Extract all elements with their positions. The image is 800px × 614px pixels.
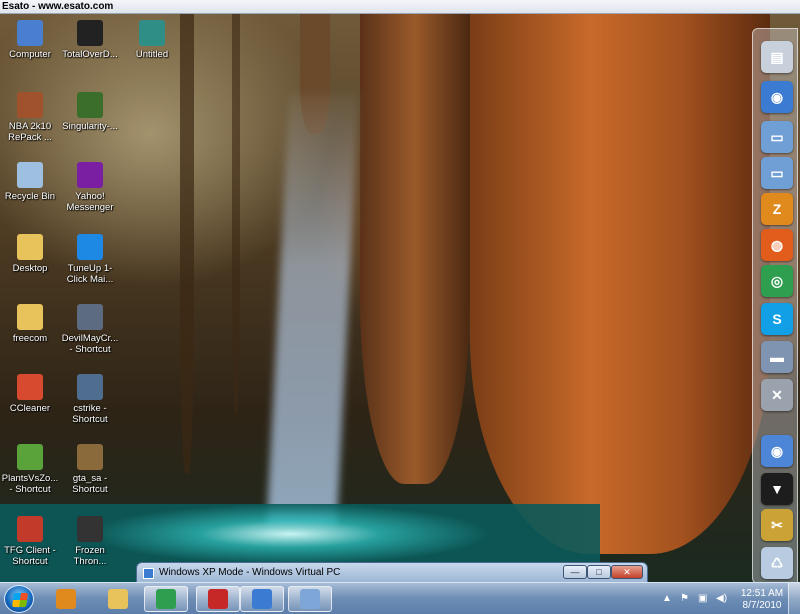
desktop-icon-label: PlantsVsZo... - Shortcut — [1, 473, 59, 495]
desktop-icon[interactable]: cstrike - Shortcut — [60, 374, 120, 425]
volume-icon[interactable]: ◀) — [716, 593, 727, 604]
app-icon — [77, 20, 103, 46]
clock-time[interactable]: 12:51 AM — [736, 588, 788, 599]
game-icon — [77, 444, 103, 470]
game-icon — [77, 516, 103, 542]
minimize-button[interactable]: — — [563, 565, 587, 579]
image-icon — [139, 20, 165, 46]
desktop-icon[interactable]: gta_sa - Shortcut — [60, 444, 120, 495]
desktop-icon-label: Computer — [9, 49, 51, 60]
tuneup-icon — [77, 234, 103, 260]
game-icon — [17, 444, 43, 470]
system-tray: ▲ ⚑ ▣ ◀) 12:51 AM 8/7/2010 — [652, 583, 800, 614]
desktop-icon-label: TotalOverD... — [62, 49, 118, 60]
desktop-icon-label: DevilMayCr... - Shortcut — [61, 333, 119, 355]
desktop-icon[interactable]: Desktop — [0, 234, 60, 274]
desktop-icon[interactable]: NBA 2k10 RePack ... — [0, 92, 60, 143]
desktop-icon[interactable]: TFG Client - Shortcut — [0, 516, 60, 567]
folder-icon — [17, 304, 43, 330]
taskbar-button[interactable] — [96, 586, 140, 612]
tools-icon[interactable]: ✕ — [761, 379, 793, 411]
desktop-icon[interactable]: TuneUp 1-Click Mai... — [60, 234, 120, 285]
maximize-button[interactable]: □ — [587, 565, 611, 579]
app-icon — [17, 516, 43, 542]
taskbar: ▲ ⚑ ▣ ◀) 12:51 AM 8/7/2010 — [0, 582, 800, 614]
desktop-icon-label: Singularity-... — [62, 121, 118, 132]
window-title: Esato - www.esato.com — [0, 0, 800, 14]
network-globe-icon[interactable]: ◉ — [761, 435, 793, 467]
virtual-pc-icon — [143, 568, 154, 579]
desktop-icon-label: CCleaner — [9, 403, 51, 414]
antivirus-icon — [208, 589, 228, 609]
chrome-icon — [156, 589, 176, 609]
folder-icon[interactable]: ▭ — [761, 121, 793, 153]
virtual-pc-icon — [252, 589, 272, 609]
desktop-icon[interactable]: TotalOverD... — [60, 20, 120, 60]
desktop-icon-label: Untitled — [135, 49, 169, 60]
start-button[interactable] — [4, 585, 34, 613]
desktop-icon[interactable]: Yahoo! Messenger — [60, 162, 120, 213]
recycle-bin-icon[interactable]: ♺ — [761, 547, 793, 579]
game-icon — [77, 304, 103, 330]
desktop-icon[interactable]: Recycle Bin — [0, 162, 60, 202]
desktop-wallpaper — [0, 14, 800, 582]
game-icon — [77, 374, 103, 400]
taskbar-button[interactable] — [240, 586, 284, 612]
taskbar-button[interactable] — [144, 586, 188, 612]
desktop-icon-label: freecom — [12, 333, 48, 344]
drive-icon[interactable]: ▬ — [761, 341, 793, 373]
chrome-icon[interactable]: ◎ — [761, 265, 793, 297]
skype-icon[interactable]: S — [761, 303, 793, 335]
winzip-icon[interactable]: Z — [761, 193, 793, 225]
firefox-icon[interactable]: ◍ — [761, 229, 793, 261]
desktop-icon[interactable]: PlantsVsZo... - Shortcut — [0, 444, 60, 495]
desktop-icon[interactable]: CCleaner — [0, 374, 60, 414]
desktop-icon-label: Desktop — [12, 263, 48, 274]
window-title-text: Windows XP Mode - Windows Virtual PC — [159, 567, 341, 578]
desktop-icon-label: TuneUp 1-Click Mai... — [66, 263, 114, 285]
taskbar-button[interactable] — [196, 586, 240, 612]
computer-icon — [17, 20, 43, 46]
game-icon — [17, 92, 43, 118]
action-center-flag-icon[interactable]: ⚑ — [680, 593, 689, 604]
globe-icon[interactable]: ◉ — [761, 81, 793, 113]
right-dock: ▤ ◉ ▭ ▭ Z ◍ ◎ S ▬ ✕ ◉ ▼ ✂ ♺ — [752, 28, 798, 584]
close-button[interactable]: ✕ — [611, 565, 643, 579]
clock-date[interactable]: 8/7/2010 — [736, 600, 788, 611]
windows-logo-icon — [12, 593, 28, 607]
desktop-icon[interactable]: freecom — [0, 304, 60, 344]
notepad-icon[interactable]: ▤ — [761, 41, 793, 73]
folder-icon — [17, 234, 43, 260]
explorer-icon — [108, 589, 128, 609]
taskbar-button[interactable] — [44, 586, 88, 612]
wrench-icon[interactable]: ✂ — [761, 509, 793, 541]
ccleaner-icon — [17, 374, 43, 400]
desktop-icon-label: NBA 2k10 RePack ... — [8, 121, 52, 143]
folder-icon[interactable]: ▭ — [761, 157, 793, 189]
game-icon — [77, 92, 103, 118]
desktop-icon[interactable]: Singularity-... — [60, 92, 120, 132]
desktop-icon-label: cstrike - Shortcut — [72, 403, 108, 425]
desktop-icon[interactable]: DevilMayCr... - Shortcut — [60, 304, 120, 355]
windows-xp-mode-window[interactable]: Windows XP Mode - Windows Virtual PC — □… — [136, 562, 648, 584]
show-desktop-button[interactable] — [788, 583, 800, 614]
desktop-icon-label: TFG Client - Shortcut — [4, 545, 56, 567]
desktop-icon[interactable]: Computer — [0, 20, 60, 60]
desktop-icon-label: Recycle Bin — [4, 191, 56, 202]
messenger-icon — [77, 162, 103, 188]
desktop-icon-label: Frozen Thron... — [73, 545, 107, 567]
media-player-icon — [56, 589, 76, 609]
desktop-icon[interactable]: Untitled — [122, 20, 182, 60]
desktop-icon-label: Yahoo! Messenger — [66, 191, 114, 213]
desktop-icon-label: gta_sa - Shortcut — [72, 473, 108, 495]
control-panel-icon — [300, 589, 320, 609]
desktop-icon[interactable]: Frozen Thron... — [60, 516, 120, 567]
network-icon[interactable]: ▣ — [698, 593, 707, 604]
show-hidden-icons-icon[interactable]: ▲ — [662, 593, 672, 604]
taskbar-button[interactable] — [288, 586, 332, 612]
recycle-bin-icon — [17, 162, 43, 188]
shirt-icon[interactable]: ▼ — [761, 473, 793, 505]
